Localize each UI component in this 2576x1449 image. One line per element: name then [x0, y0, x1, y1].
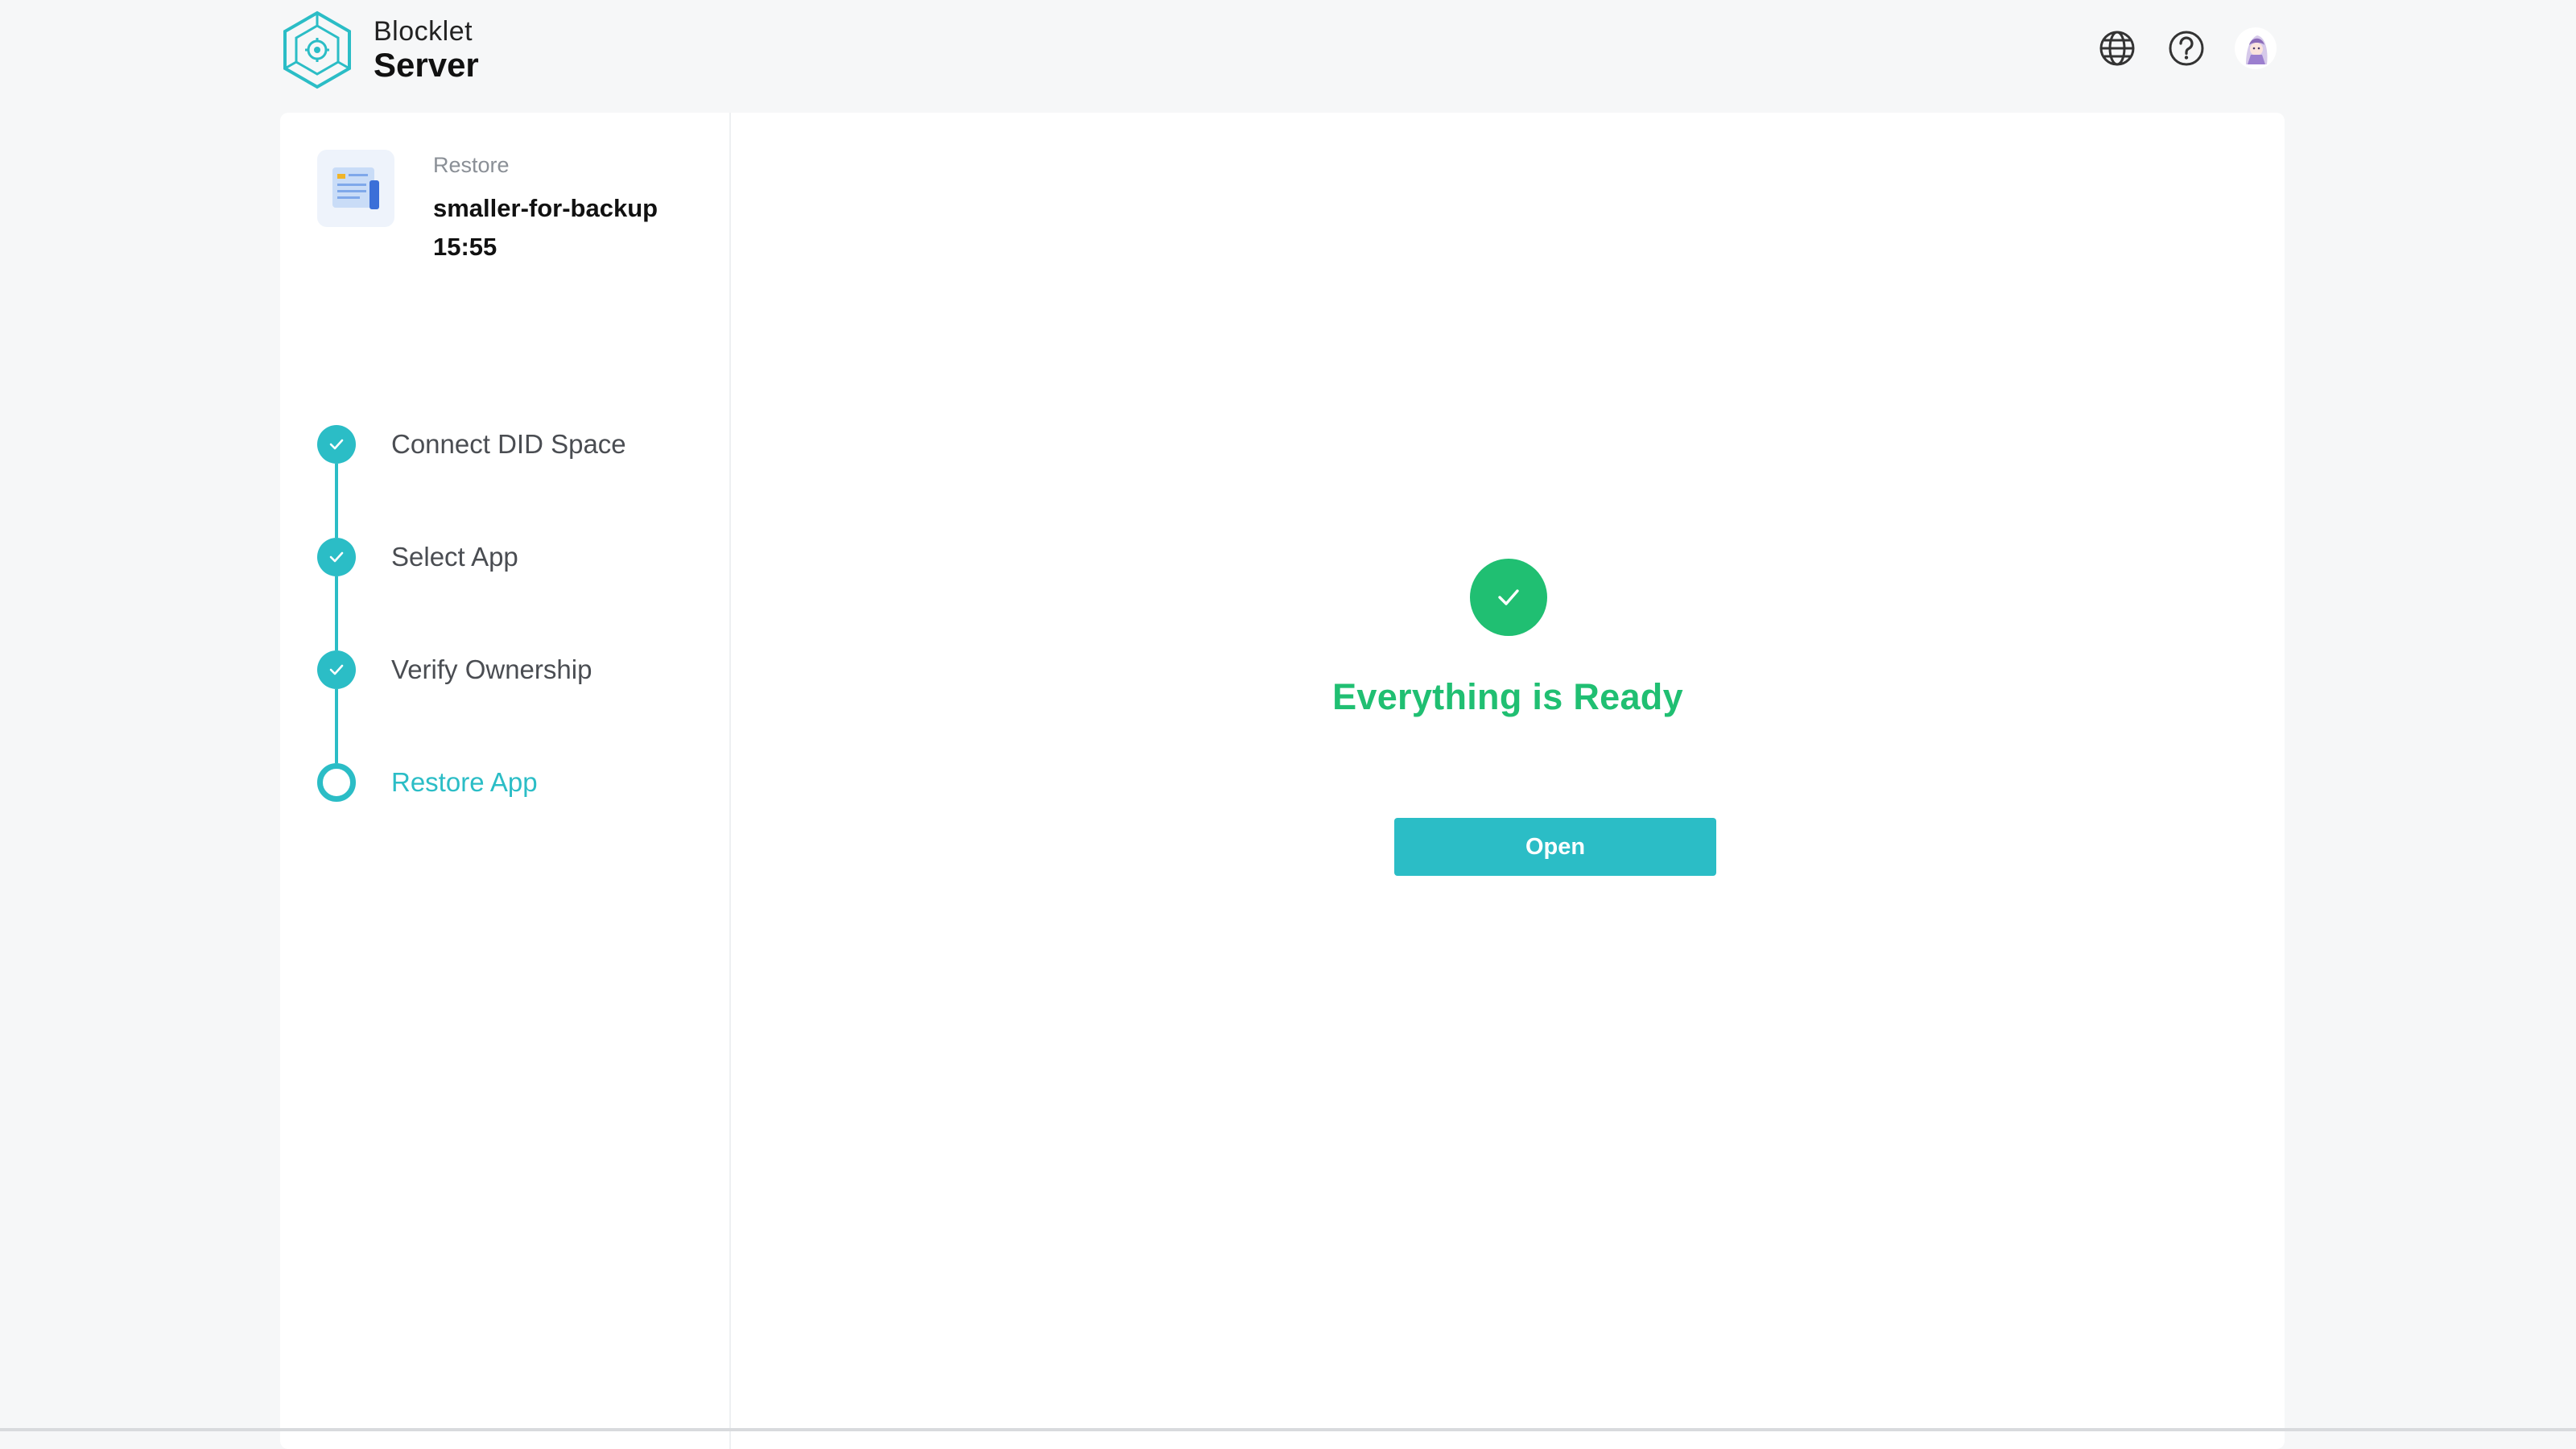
open-button[interactable]: Open — [1394, 818, 1716, 876]
step-verify-ownership: Verify Ownership — [317, 650, 626, 763]
backup-text: Restore smaller-for-backup 15:55 — [433, 150, 658, 266]
step-connector — [335, 576, 338, 650]
top-header: Blocklet Server — [0, 0, 2576, 111]
step-connector — [335, 689, 338, 763]
success-title: Everything is Ready — [1332, 676, 1683, 717]
blocklet-server-logo[interactable]: Blocklet Server — [277, 10, 479, 90]
step-label: Verify Ownership — [391, 654, 592, 684]
step-select-app: Select App — [317, 538, 626, 650]
globe-icon[interactable] — [2096, 27, 2138, 69]
step-connector — [335, 464, 338, 538]
backup-name: smaller-for-backup — [433, 194, 658, 222]
backup-file-icon — [317, 150, 394, 227]
window-bottom-edge — [0, 1428, 2576, 1431]
step-label: Connect DID Space — [391, 429, 626, 459]
logo-text-bottom: Server — [374, 46, 479, 84]
step-connect-did-space: Connect DID Space — [317, 425, 626, 538]
step-label: Restore App — [391, 767, 538, 797]
step-label: Select App — [391, 542, 518, 572]
backup-info: Restore smaller-for-backup 15:55 — [317, 150, 658, 266]
restore-stepper: Connect DID Space Select App Verify Owne… — [317, 425, 626, 811]
user-avatar[interactable] — [2235, 27, 2277, 69]
step-restore-app: Restore App — [317, 763, 626, 811]
restore-sidebar: Restore smaller-for-backup 15:55 Connect… — [280, 113, 731, 1449]
step-check-icon — [317, 425, 356, 464]
backup-label: Restore — [433, 153, 510, 177]
restore-result-panel: Everything is Ready Open — [731, 113, 2285, 1449]
step-active-icon — [317, 763, 356, 802]
backup-time: 15:55 — [433, 233, 497, 262]
logo-text-top: Blocklet — [374, 16, 473, 47]
blocklet-logo-icon — [283, 10, 351, 89]
help-icon[interactable] — [2165, 27, 2207, 69]
success-check-icon — [1470, 559, 1547, 636]
step-check-icon — [317, 538, 356, 576]
header-actions — [2096, 27, 2277, 69]
restore-card: Restore smaller-for-backup 15:55 Connect… — [280, 113, 2285, 1449]
logo-text: Blocklet Server — [374, 18, 479, 82]
step-check-icon — [317, 650, 356, 689]
